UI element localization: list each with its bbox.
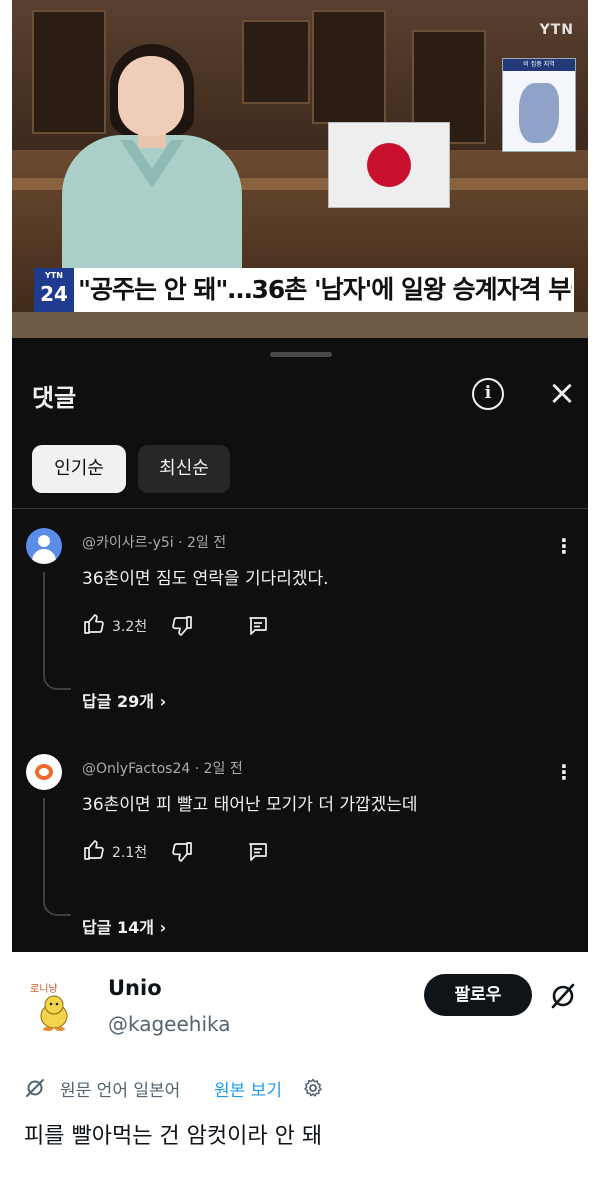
sheet-title: 댓글	[32, 384, 77, 412]
translation-note: 원문 언어 일본어	[60, 1081, 181, 1101]
thread-line	[43, 572, 45, 670]
avatar[interactable]	[26, 754, 62, 790]
replies-toggle[interactable]: 답글 14개 ›	[82, 914, 166, 938]
comment-time: 2일 전	[187, 535, 227, 551]
sheet-drag-handle[interactable]	[270, 352, 332, 357]
thumbs-up-icon[interactable]	[82, 838, 106, 862]
more-options-icon[interactable]: ⋮	[554, 760, 574, 784]
avatar[interactable]	[26, 528, 62, 564]
badge-top: YTN	[45, 271, 63, 280]
comment-text: 36촌이면 짐도 연락을 기다리겠다.	[82, 569, 329, 589]
mini-map-title: 비 집중 지역	[503, 59, 575, 71]
thumbs-down-icon[interactable]	[170, 614, 194, 638]
like-count: 2.1천	[112, 845, 148, 861]
comment-time: 2일 전	[203, 761, 243, 777]
avatar-lettering: 로니냥	[30, 983, 58, 995]
more-options-icon[interactable]: ⋮	[554, 534, 574, 558]
ytn24-badge: YTN 24	[34, 268, 74, 312]
like-count: 3.2천	[112, 619, 148, 635]
reply-icon[interactable]	[246, 840, 270, 864]
news-caption: "공주는 안 돼"…36촌 '남자'에 일왕 승계자격 부여	[78, 275, 572, 304]
wall-panel	[312, 10, 386, 124]
close-icon[interactable]: ×	[545, 374, 579, 412]
author-handle[interactable]: @OnlyFactos24	[82, 761, 190, 777]
translate-icon	[26, 1079, 44, 1097]
view-original-link[interactable]: 원본 보기	[214, 1076, 282, 1101]
display-name[interactable]: Unio	[108, 976, 162, 1000]
wall-panel	[32, 10, 106, 134]
replies-toggle[interactable]: 답글 29개 ›	[82, 688, 166, 712]
avatar-head	[38, 535, 50, 547]
anchor-face	[118, 56, 184, 136]
user-handle[interactable]: @kageehika	[108, 1012, 231, 1036]
weather-mini-map: 비 집중 지역	[502, 58, 576, 152]
thread-curve	[43, 896, 71, 916]
thumbs-up-icon[interactable]	[82, 612, 106, 636]
grok-icon[interactable]	[547, 980, 579, 1012]
badge-number: 24	[40, 282, 68, 306]
sheet-divider	[12, 508, 588, 509]
comment-author[interactable]: @OnlyFactos24 · 2일 전	[82, 758, 243, 778]
ytn-watermark: YTN	[539, 22, 574, 38]
thread-line	[43, 798, 45, 896]
follow-button[interactable]: 팔로우	[424, 974, 532, 1016]
reply-icon[interactable]	[246, 614, 270, 638]
thumbs-down-icon[interactable]	[170, 840, 194, 864]
avatar-logo	[35, 764, 53, 780]
youtube-screenshot: YTN 비 집중 지역 YTN 24 "공주는 안 돼"…36촌 '남자'에 일…	[12, 0, 588, 952]
profile-avatar[interactable]: 로니냥	[26, 978, 82, 1034]
sort-chip-popular[interactable]: 인기순	[32, 445, 126, 493]
info-icon[interactable]: i	[472, 378, 504, 410]
japan-flag	[328, 122, 450, 208]
video-bottom-strip	[12, 312, 588, 338]
thread-curve	[43, 670, 71, 690]
mini-map-land	[519, 83, 559, 143]
wall-panel	[242, 20, 310, 104]
author-handle[interactable]: @카이사르-y5i	[82, 535, 174, 551]
flag-sun	[367, 143, 411, 187]
tweet-text: 피를 빨아먹는 건 암컷이라 안 돼	[24, 1124, 323, 1149]
news-video-frame[interactable]: YTN 비 집중 지역 YTN 24 "공주는 안 돼"…36촌 '남자'에 일…	[12, 0, 588, 338]
comment-author[interactable]: @카이사르-y5i · 2일 전	[82, 532, 226, 552]
comment-text: 36촌이면 피 빨고 태어난 모기가 더 가깝겠는데	[82, 795, 418, 815]
gear-icon[interactable]	[302, 1077, 324, 1099]
sort-chip-newest[interactable]: 최신순	[138, 445, 230, 493]
avatar-shoulders	[32, 549, 56, 564]
